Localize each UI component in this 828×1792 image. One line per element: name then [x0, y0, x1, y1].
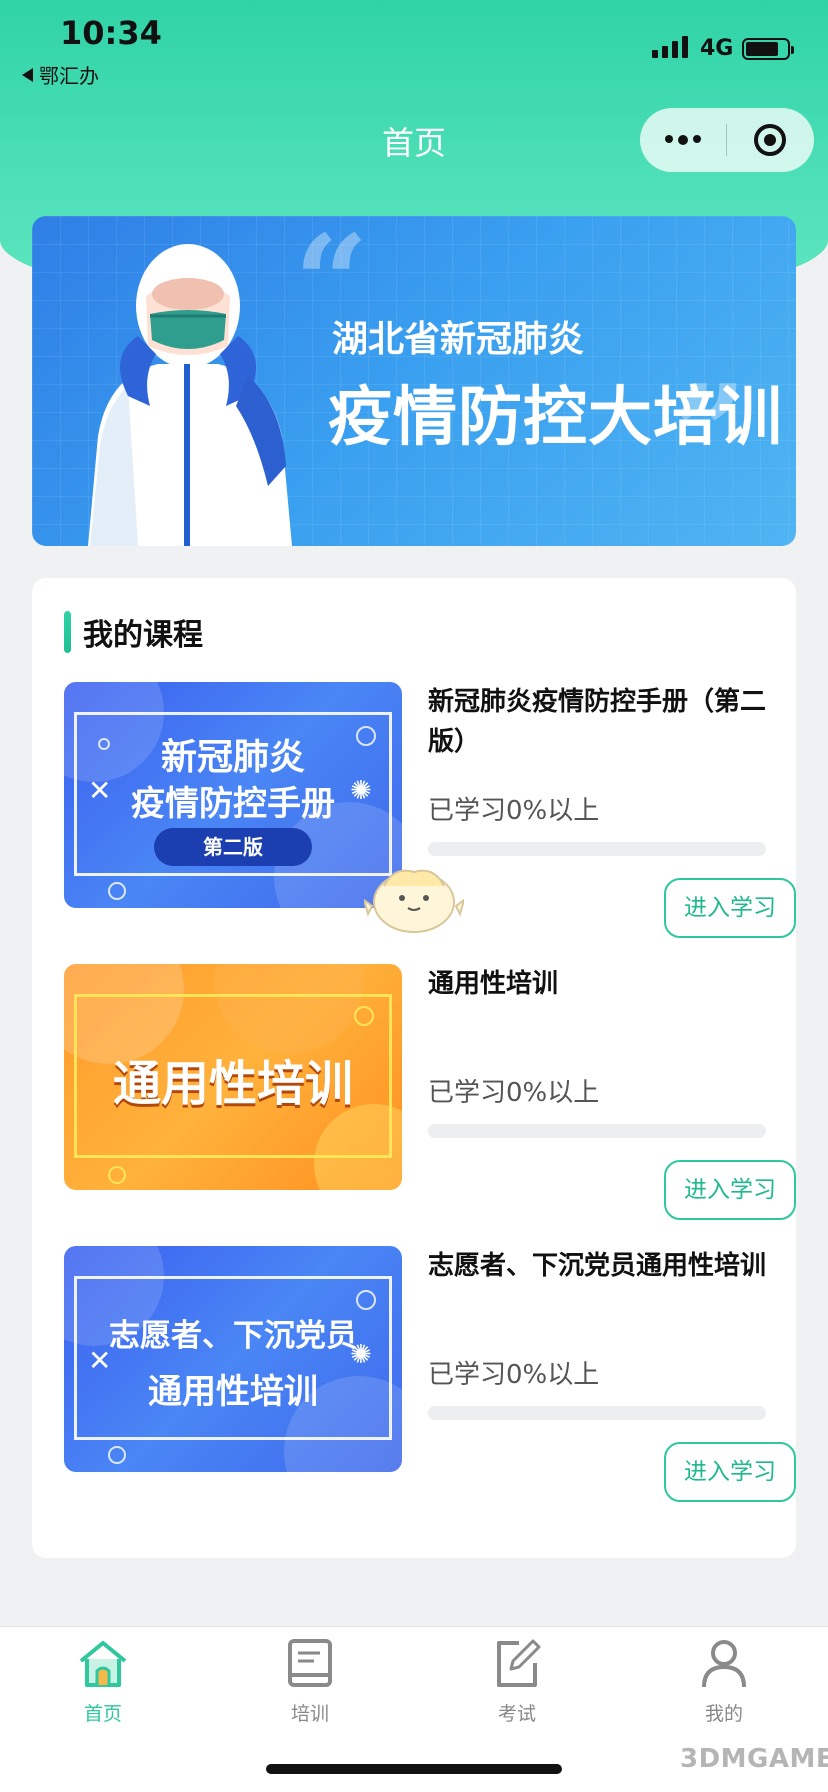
banner-title: 疫情防控大培训 [328, 381, 783, 455]
book-icon [288, 1639, 332, 1687]
banner[interactable]: “ ” 湖北省新冠肺炎 疫情防控大培训 [32, 216, 796, 546]
course-thumbnail[interactable]: ✕ ✺ 新冠肺炎 疫情防控手册 第二版 [64, 682, 402, 908]
enter-study-button[interactable]: 进入学习 [664, 1442, 796, 1502]
course-title[interactable]: 志愿者、下沉党员通用性培训 [428, 1246, 768, 1286]
more-dots-icon[interactable] [640, 135, 726, 145]
thumb-line: 疫情防控手册 [131, 784, 335, 824]
enter-study-button[interactable]: 进入学习 [664, 1160, 796, 1220]
progress-text: 已学习0%以上 [428, 1078, 600, 1108]
course-thumbnail[interactable]: 通用性培训 [64, 964, 402, 1190]
thumb-ring [354, 1006, 374, 1026]
thumb-line: 新冠肺炎 [160, 737, 305, 778]
status-time: 10:34 [60, 14, 162, 52]
enter-study-button[interactable]: 进入学习 [664, 878, 796, 938]
course-item: 通用性培训 通用性培训 已学习0%以上 进入学习 [64, 964, 796, 1220]
medical-worker-illustration [88, 244, 292, 546]
course-item: ✕ ✺ 志愿者、下沉党员 通用性培训 志愿者、下沉党员通用性培训 已学习0%以上… [64, 1246, 796, 1502]
edit-icon [497, 1639, 541, 1687]
back-app-label: 鄂汇办 [39, 64, 99, 88]
back-to-app-link[interactable]: 鄂汇办 [22, 60, 99, 89]
course-title[interactable]: 通用性培训 [428, 964, 768, 1004]
progress-bar [428, 1124, 766, 1138]
thumb-line: 通用性培训 [112, 1056, 353, 1112]
tab-label: 首页 [83, 1703, 122, 1725]
thumb-ring [108, 882, 126, 900]
progress-bar [428, 1406, 766, 1420]
section-header: 我的课程 [64, 610, 203, 654]
mascot-sticker-icon [364, 869, 464, 933]
thumb-edition-badge: 第二版 [154, 828, 312, 866]
signal-icon [652, 36, 688, 58]
target-circle-icon [754, 124, 786, 156]
close-miniprogram-button[interactable] [727, 124, 813, 156]
battery-icon [742, 38, 794, 60]
thumb-ring [356, 1290, 376, 1310]
miniprogram-capsule [640, 108, 814, 172]
progress-text: 已学习0%以上 [428, 1360, 600, 1390]
banner-subtitle: 湖北省新冠肺炎 [332, 319, 585, 360]
course-title[interactable]: 新冠肺炎疫情防控手册（第二版） [428, 682, 768, 762]
tab-label: 考试 [497, 1703, 536, 1725]
tab-exam[interactable]: 考试 [457, 1635, 577, 1726]
progress-text: 已学习0%以上 [428, 796, 600, 826]
status-bar: 10:34 鄂汇办 4G [0, 0, 828, 96]
home-icon [79, 1641, 127, 1687]
network-type: 4G [700, 36, 734, 61]
section-accent-bar [64, 611, 71, 653]
watermark-logo: 3DMGAME [680, 1744, 828, 1774]
section-title: 我的课程 [83, 618, 203, 653]
tab-label: 培训 [290, 1703, 329, 1725]
home-indicator[interactable] [266, 1764, 562, 1774]
thumb-line: 志愿者、下沉党员 [109, 1318, 357, 1354]
tab-training[interactable]: 培训 [250, 1635, 370, 1726]
my-courses-card: 我的课程 ✕ ✺ 新冠肺炎 疫情防控手册 第二版 新冠肺炎疫情防控手册（第二版）… [32, 578, 796, 1558]
user-icon [702, 1640, 746, 1688]
tab-home[interactable]: 首页 [43, 1635, 163, 1726]
thumb-line: 通用性培训 [148, 1372, 318, 1412]
progress-bar [428, 842, 766, 856]
tab-label: 我的 [704, 1703, 743, 1725]
thumb-ring [108, 1166, 126, 1184]
thumb-frame [74, 1276, 392, 1440]
back-arrow-icon [22, 67, 33, 82]
course-thumbnail[interactable]: ✕ ✺ 志愿者、下沉党员 通用性培训 [64, 1246, 402, 1472]
tab-mine[interactable]: 我的 [664, 1635, 784, 1726]
thumb-ring [108, 1446, 126, 1464]
